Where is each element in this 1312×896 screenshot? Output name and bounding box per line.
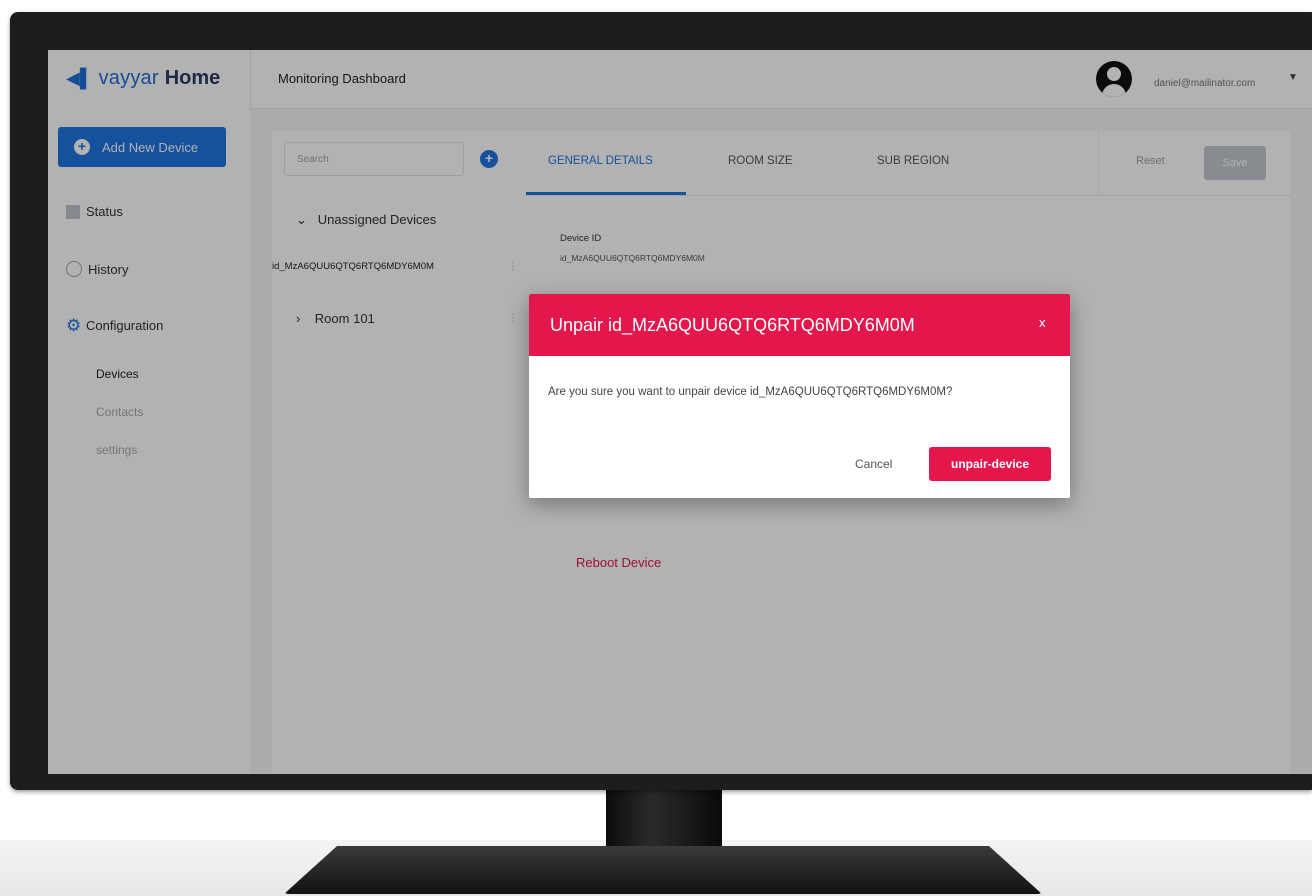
monitor-frame: ◀▌ vayyar Home Monitoring Dashboard dani… (10, 12, 1312, 790)
monitor-stand-neck (606, 788, 722, 854)
dialog-message: Are you sure you want to unpair device i… (548, 386, 953, 398)
dialog-header: Unpair id_MzA6QUU6QTQ6RTQ6MDY6M0M x (529, 294, 1070, 356)
monitor-stand-base (284, 846, 1042, 894)
app-screen: ◀▌ vayyar Home Monitoring Dashboard dani… (48, 50, 1312, 774)
unpair-device-button[interactable]: unpair-device (929, 447, 1051, 481)
close-icon[interactable]: x (1039, 315, 1046, 330)
dialog-title: Unpair id_MzA6QUU6QTQ6RTQ6MDY6M0M (550, 315, 915, 335)
cancel-button[interactable]: Cancel (855, 457, 892, 471)
unpair-dialog: Unpair id_MzA6QUU6QTQ6RTQ6MDY6M0M x Are … (529, 294, 1070, 498)
